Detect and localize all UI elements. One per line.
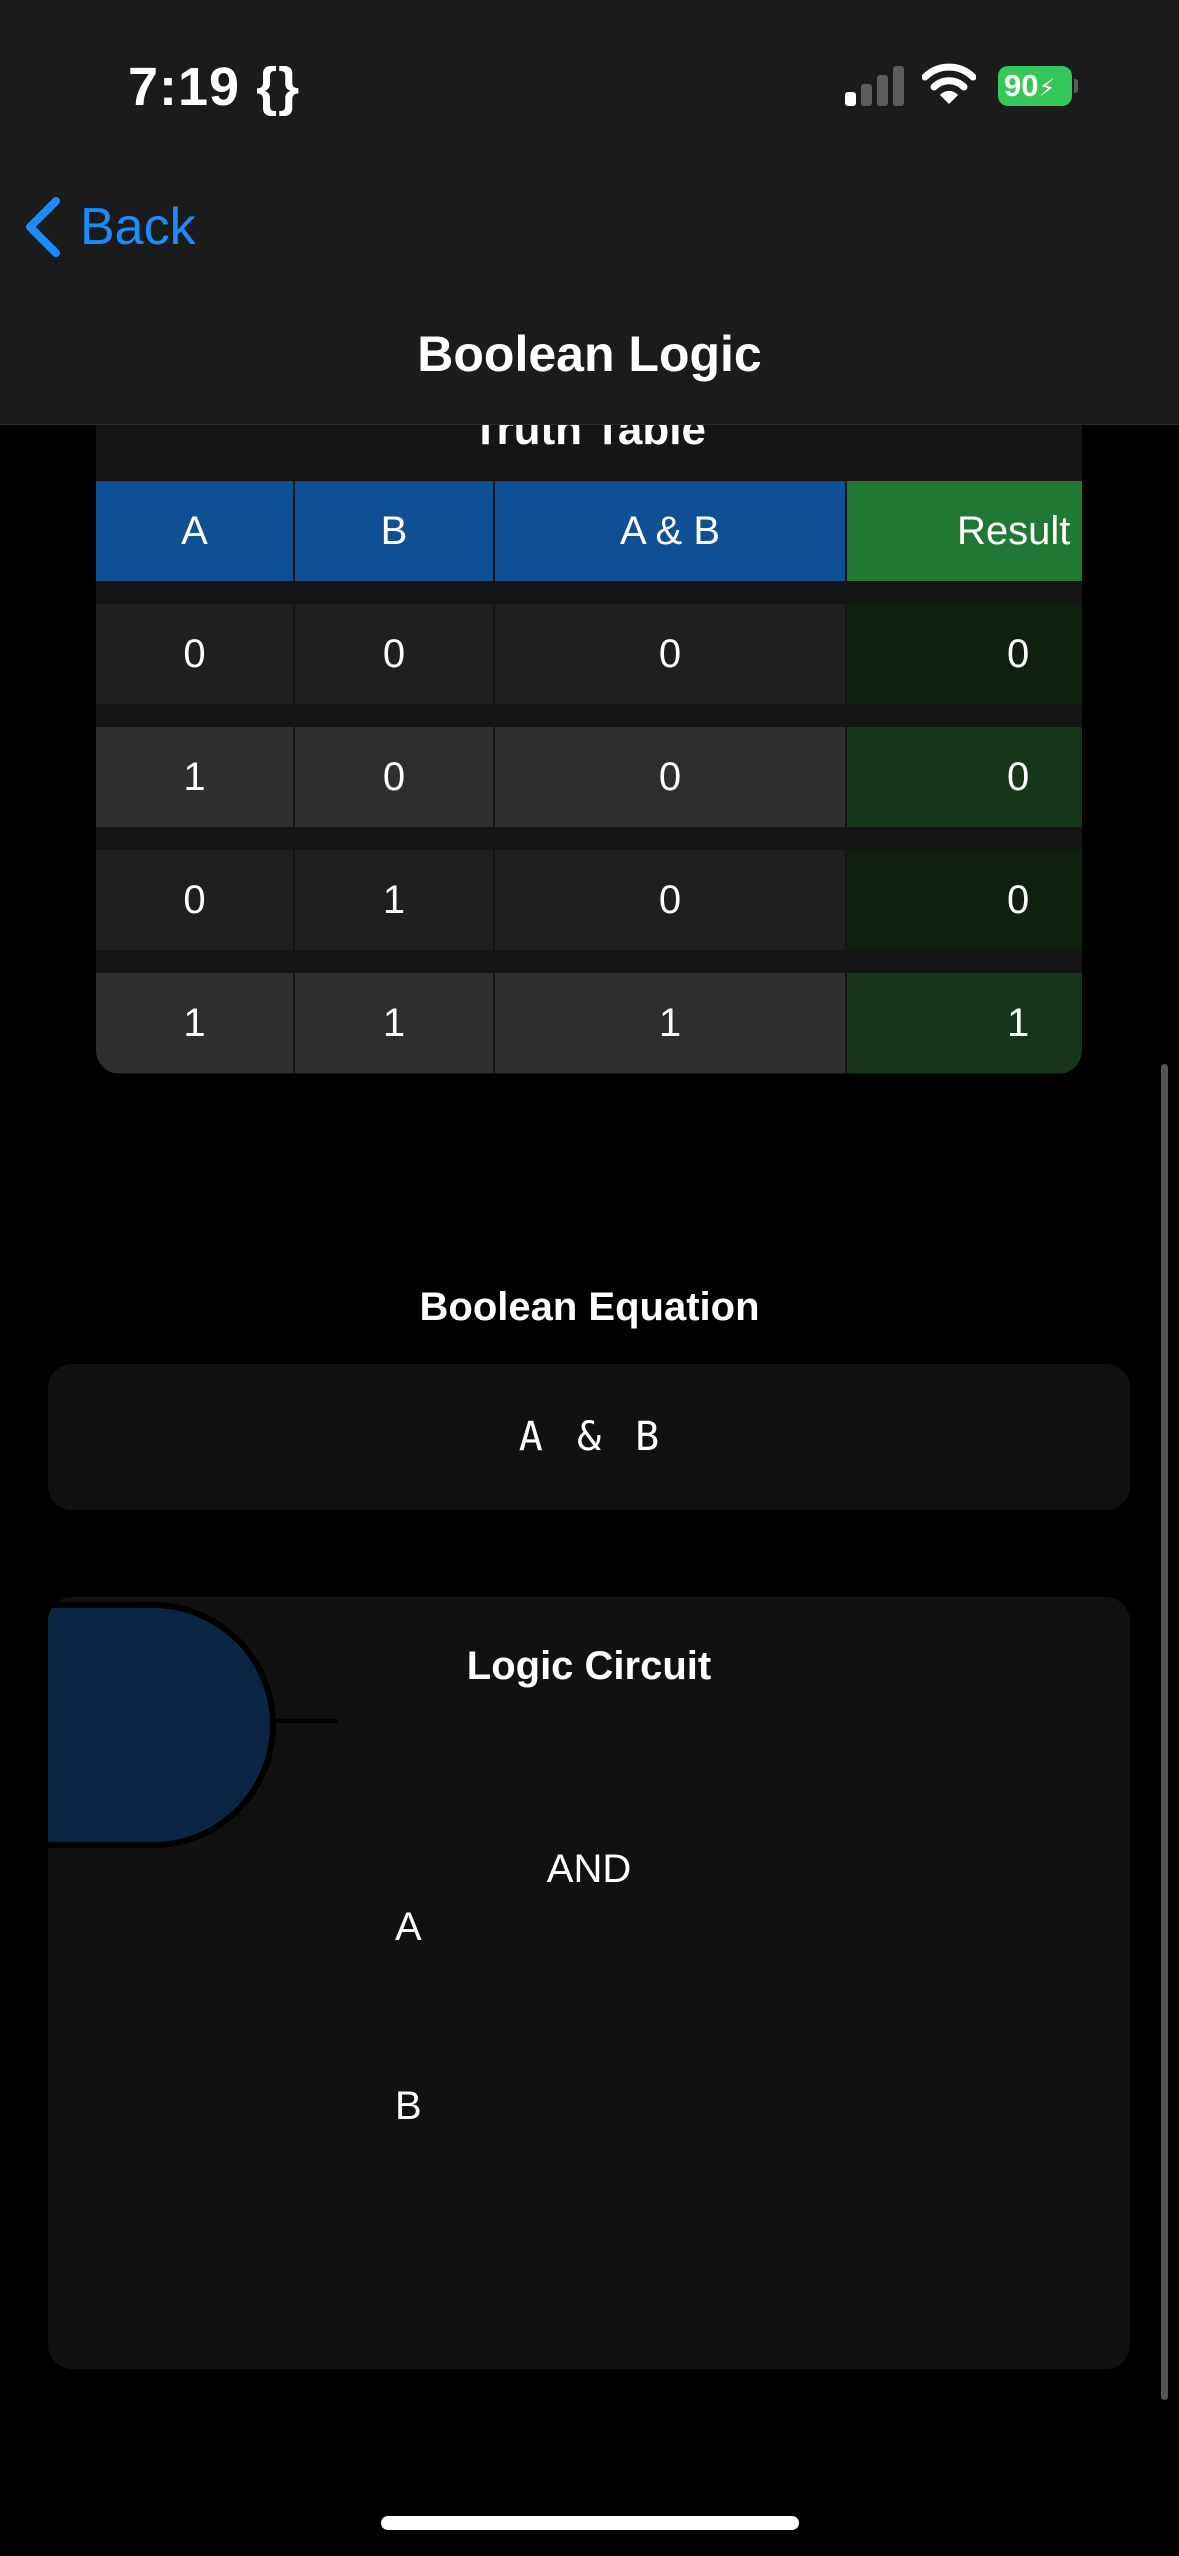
equation-title: Boolean Equation	[419, 1285, 760, 1329]
column-header-result: Result	[847, 481, 1082, 581]
equation-text: A & B	[518, 1414, 660, 1460]
table-cell: 0	[295, 604, 493, 704]
cellular-signal-icon	[845, 66, 905, 106]
back-button-label: Back	[80, 198, 196, 256]
status-time: 7:19 {}	[128, 57, 301, 117]
battery-level: 90	[1004, 68, 1039, 103]
column-header-a: A	[96, 481, 293, 581]
table-cell: 0	[96, 604, 293, 704]
and-gate-icon	[48, 1602, 337, 1848]
table-row: 1 0 0 0	[96, 727, 1082, 827]
battery-charging-icon: 90⚡	[998, 66, 1078, 106]
gate-type-label: AND	[546, 1847, 632, 1891]
input-a-label: A	[395, 1905, 422, 1949]
table-cell-result: 0	[847, 727, 1082, 827]
table-cell-result: 0	[847, 850, 1082, 950]
logic-circuit-panel: Logic Circuit AND A B	[48, 1597, 1130, 2369]
truth-table: Truth Table A B A & B Result 0 0 0 0 1 0…	[96, 400, 1082, 1074]
table-cell: 1	[295, 973, 493, 1073]
scrollbar[interactable]	[1161, 1064, 1168, 2400]
table-cell: 0	[495, 850, 845, 950]
table-cell: 1	[96, 727, 293, 827]
table-cell: 0	[495, 727, 845, 827]
table-row: 1 1 1 1	[96, 973, 1082, 1073]
table-cell: 1	[295, 850, 493, 950]
table-cell-result: 1	[847, 973, 1082, 1073]
table-row: 0 1 0 0	[96, 850, 1082, 950]
column-header-b: B	[295, 481, 493, 581]
back-button[interactable]: Back	[24, 192, 196, 262]
navigation-header: 7:19 {} 90⚡ Back Boolean Logic	[0, 0, 1179, 425]
table-cell: 0	[96, 850, 293, 950]
column-header-a-and-b: A & B	[495, 481, 845, 581]
wifi-icon	[922, 63, 976, 104]
home-indicator[interactable]	[381, 2516, 799, 2530]
table-row: 0 0 0 0	[96, 604, 1082, 704]
table-cell-result: 0	[847, 604, 1082, 704]
table-cell: 0	[495, 604, 845, 704]
table-cell: 1	[96, 973, 293, 1073]
truth-table-header-row: A B A & B Result	[96, 481, 1082, 581]
circuit-title: Logic Circuit	[466, 1644, 712, 1688]
chevron-left-icon	[26, 197, 60, 257]
table-cell: 1	[495, 973, 845, 1073]
table-cell: 0	[295, 727, 493, 827]
input-b-label: B	[395, 2084, 422, 2128]
equation-display: A & B	[48, 1364, 1130, 1510]
page-title: Boolean Logic	[417, 326, 762, 382]
